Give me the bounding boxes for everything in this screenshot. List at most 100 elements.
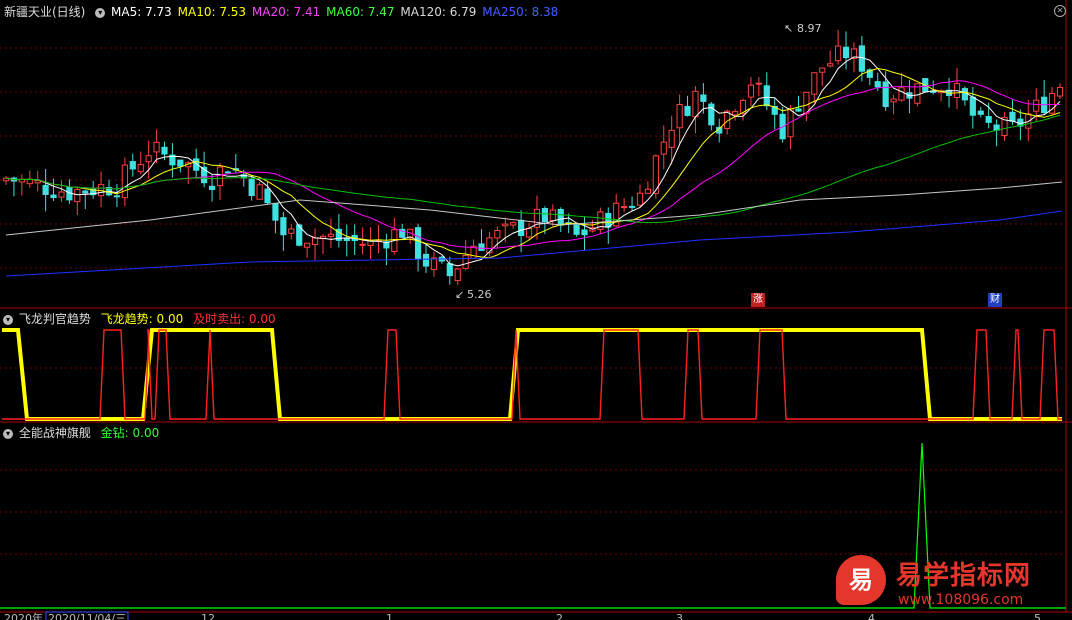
candle-body	[961, 88, 969, 101]
trend-line	[2, 328, 1062, 421]
candle-body	[890, 98, 897, 103]
candle-body	[161, 146, 168, 155]
candle-body	[898, 87, 905, 101]
candle-body	[430, 257, 438, 270]
date-axis-label: 5	[1034, 612, 1041, 620]
candle-body	[811, 72, 818, 95]
candle-body	[621, 206, 628, 209]
candle-body	[676, 104, 683, 129]
candle-body	[256, 184, 263, 200]
indicator2-menu-icon[interactable]: ▾	[3, 428, 13, 439]
candle-body	[422, 253, 430, 267]
candle-body	[755, 82, 762, 85]
candle-body	[280, 217, 287, 236]
candle-body	[74, 189, 81, 203]
candle-body	[343, 237, 350, 242]
low-price-label: 5.26	[467, 288, 492, 301]
settings-icon[interactable]: ▾	[95, 7, 106, 18]
candle-body	[494, 229, 501, 239]
candle-body	[224, 171, 231, 174]
candle-body	[34, 180, 41, 184]
ma10-label: MA10: 7.53	[177, 5, 247, 19]
candle-body	[684, 106, 691, 116]
candle-body	[50, 194, 57, 199]
candle-body	[288, 228, 295, 234]
ma-line	[5, 114, 1061, 224]
ma120-label: MA120: 6.79	[400, 5, 477, 19]
candle-body	[842, 46, 850, 59]
candle-body	[605, 212, 612, 228]
candle-body	[628, 205, 636, 208]
indicator2-name: 全能战神旗舰	[18, 426, 91, 440]
candle-body	[272, 203, 279, 221]
candle-body	[747, 84, 755, 98]
candle-body	[502, 223, 509, 227]
indicator1-lines	[2, 328, 1062, 421]
high-arrow: ↖	[784, 22, 793, 35]
candle-body	[414, 227, 422, 260]
indicator1-name: 飞龙判官趋势	[18, 312, 91, 326]
candle-body	[692, 90, 699, 118]
low-arrow: ↙	[455, 288, 464, 301]
candle-body	[177, 159, 184, 167]
candle-body	[462, 254, 469, 269]
watermark-url: www.108096.com	[898, 592, 1024, 608]
close-icon[interactable]: ✕	[1054, 5, 1066, 17]
candle-body	[525, 228, 533, 238]
candle-body	[454, 268, 461, 282]
candle-body	[819, 67, 826, 73]
candle-body	[977, 110, 984, 115]
ma20-label: MA20: 7.41	[251, 5, 321, 19]
candle-body	[882, 81, 889, 108]
candle-body	[557, 208, 564, 226]
candle-body	[510, 222, 517, 226]
candle-body	[58, 191, 65, 198]
tag-cai[interactable]: 财	[988, 293, 1002, 307]
candle-body	[304, 242, 311, 248]
candle-body	[1033, 99, 1040, 112]
candle-body	[969, 96, 976, 116]
candle-body	[581, 229, 588, 236]
candle-body	[311, 237, 319, 246]
candle-body	[153, 141, 160, 153]
candle-body	[478, 243, 485, 251]
candle-body	[208, 185, 216, 190]
candle-body	[763, 85, 770, 107]
candle-body	[248, 179, 255, 196]
ma60-label: MA60: 7.47	[326, 5, 395, 19]
candle-body	[145, 155, 152, 163]
candle-body	[1056, 86, 1064, 97]
candle-body	[985, 115, 992, 123]
indicator1-menu-icon[interactable]: ▾	[3, 314, 13, 325]
tag-zhang[interactable]: 涨	[751, 293, 765, 307]
candle-body	[216, 166, 224, 187]
watermark-logo: 易	[836, 555, 886, 605]
candle-body	[121, 164, 128, 199]
stock-title: 新疆天业(日线)	[4, 5, 86, 19]
candle-body	[835, 45, 842, 62]
candle-body	[82, 190, 89, 194]
ma250-label: MA250: 8.38	[482, 5, 559, 19]
high-price-label: 8.97	[797, 22, 822, 35]
candle-body	[113, 195, 121, 198]
indicator2-header: ▾ 全能战神旗舰 金钻: 0.00	[0, 424, 161, 442]
candle-body	[1009, 111, 1016, 122]
date-axis-label: 1	[386, 612, 393, 620]
candle-body	[731, 111, 739, 116]
sell-label: 及时卖出: 0.00	[193, 312, 276, 326]
candle-body	[795, 108, 802, 112]
candle-body	[129, 161, 136, 170]
candle-body	[518, 219, 525, 236]
candle-body	[446, 263, 453, 277]
candle-body	[644, 188, 652, 194]
ma-line	[5, 80, 1060, 250]
candle-body	[668, 129, 675, 148]
chart-grid	[0, 0, 1072, 613]
date-axis-label: 2020年	[4, 611, 43, 620]
candle-body	[827, 63, 834, 67]
candle-body	[42, 184, 49, 195]
candle-body	[1025, 113, 1032, 129]
date-axis-label: 12	[201, 612, 215, 620]
date-axis-label: 2020/11/04/三	[48, 612, 126, 620]
candle-body	[549, 209, 556, 221]
